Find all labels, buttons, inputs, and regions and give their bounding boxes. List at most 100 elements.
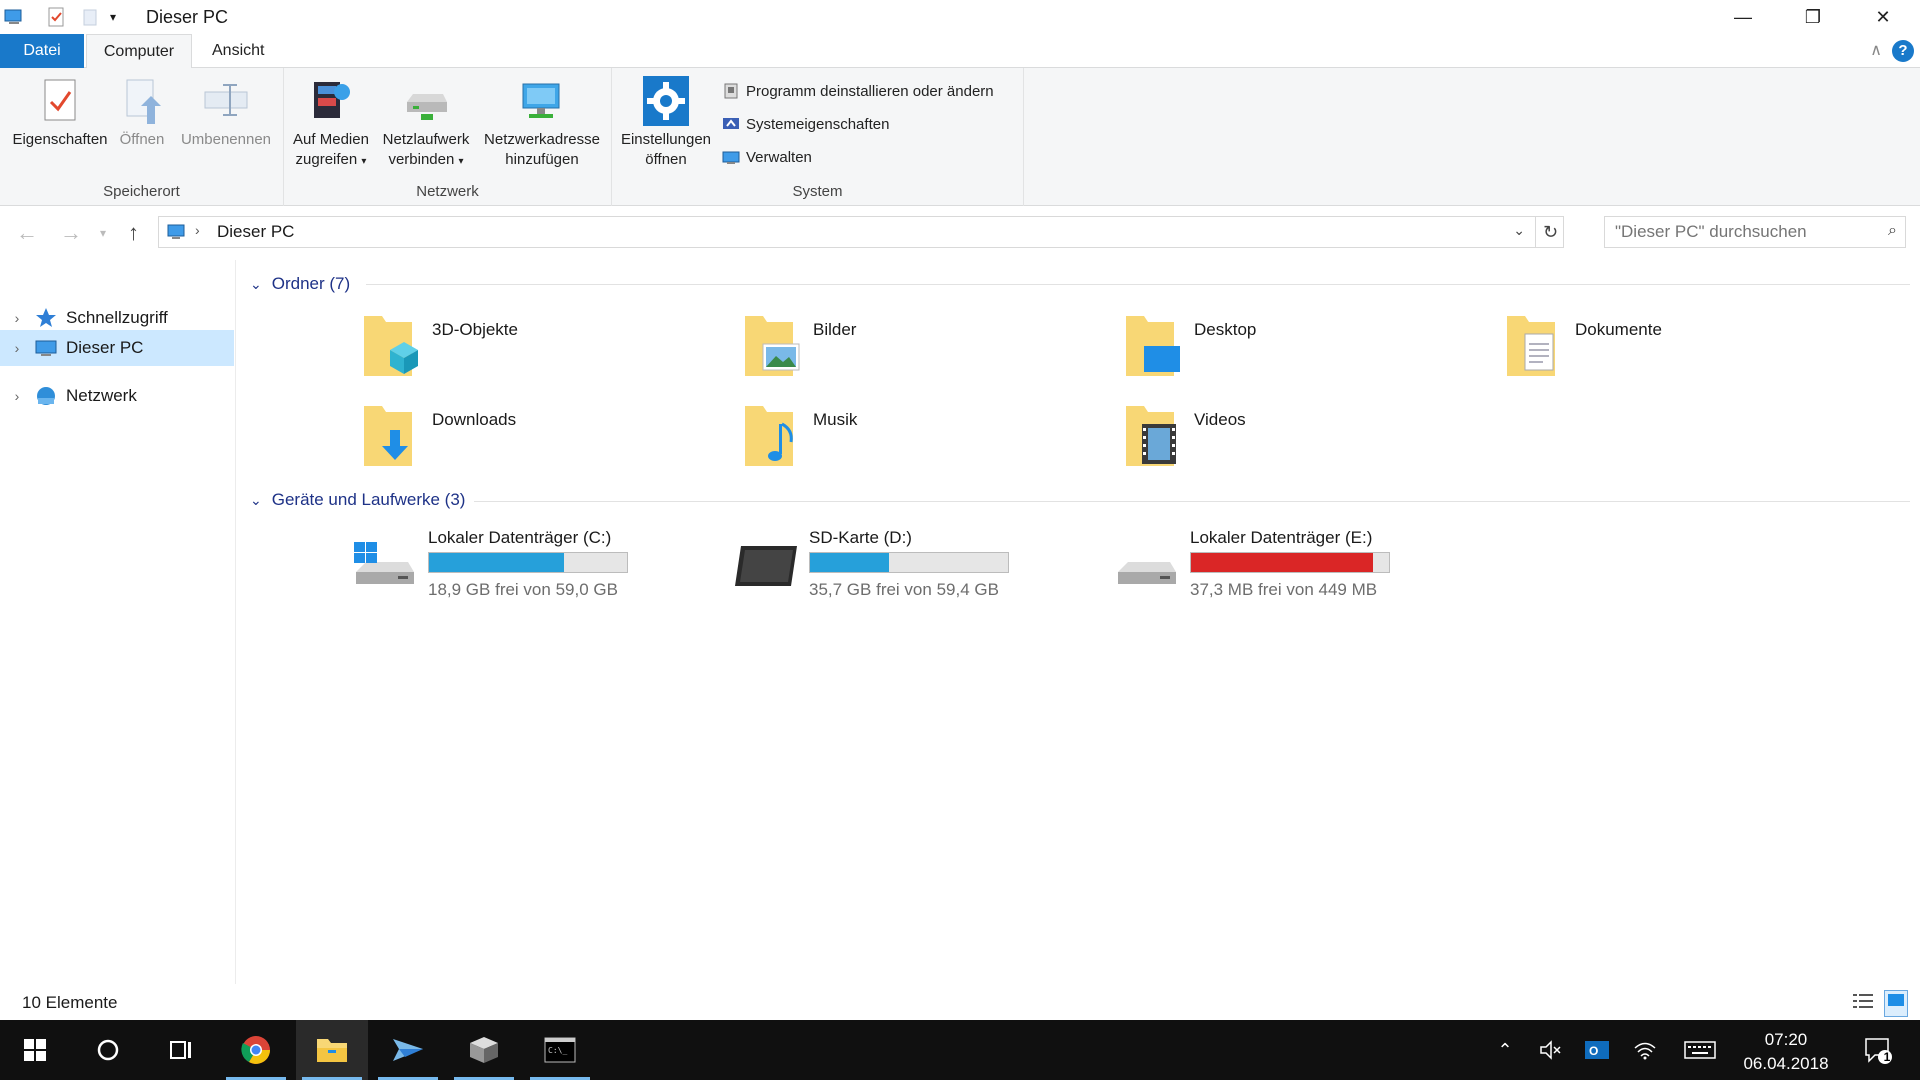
open-button[interactable]: Öffnen <box>114 76 170 150</box>
task-view-button[interactable] <box>144 1020 216 1080</box>
taskbar-clock[interactable]: 07:20 06.04.2018 <box>1730 1028 1842 1076</box>
folder-music[interactable]: Musik <box>743 400 1083 480</box>
help-button[interactable]: ? <box>1892 40 1914 62</box>
properties-button[interactable]: Eigenschaften <box>10 76 110 150</box>
clock-time: 07:20 <box>1764 1030 1808 1049</box>
access-media-button[interactable]: Auf Medien zugreifen ▾ <box>290 76 372 172</box>
this-pc-icon <box>167 223 187 246</box>
tab-file[interactable]: Datei <box>0 34 84 68</box>
title-bar: ▾ Dieser PC — ❐ ✕ <box>0 0 1920 34</box>
large-icons-view-icon[interactable] <box>1884 990 1908 1017</box>
address-bar[interactable]: › Dieser PC ⌄ ↻ <box>158 216 1564 248</box>
wifi-icon[interactable] <box>1630 1020 1660 1080</box>
taskbar-box-app[interactable] <box>448 1020 520 1080</box>
access-media-label-2: zugreifen <box>295 151 358 168</box>
taskbar-terminal[interactable]: C:\_ <box>524 1020 596 1080</box>
taskbar-plane-app[interactable] <box>372 1020 444 1080</box>
drive-free-space: 37,3 MB frei von 449 MB <box>1190 580 1378 599</box>
search-input[interactable] <box>1615 222 1865 242</box>
sidebar-item-this-pc[interactable]: › Dieser PC <box>0 330 234 366</box>
breadcrumb-dieser-pc[interactable]: Dieser PC <box>217 222 294 242</box>
star-icon <box>34 306 58 330</box>
rename-button[interactable]: Umbenennen <box>174 76 278 150</box>
taskbar: C:\_ ⌃ O 07:20 06.04.2018 1 <box>0 1020 1920 1080</box>
folder-videos[interactable]: Videos <box>1124 400 1464 480</box>
expand-chevron-icon[interactable]: › <box>0 310 34 326</box>
action-center-button[interactable]: 1 <box>1856 1020 1900 1080</box>
task-view-icon <box>170 1041 191 1059</box>
minimize-button[interactable]: — <box>1708 0 1778 34</box>
sidebar-item-network[interactable]: › Netzwerk <box>0 378 234 414</box>
collapse-ribbon-icon[interactable]: ∧ <box>1870 40 1882 60</box>
address-dropdown-icon[interactable]: ⌄ <box>1513 222 1525 239</box>
cortana-button[interactable] <box>72 1020 144 1080</box>
item-count: 10 Elemente <box>22 993 118 1012</box>
up-arrow-icon[interactable]: ↑ <box>128 220 139 246</box>
search-icon[interactable]: ⌕ <box>1888 222 1897 240</box>
volume-muted-icon[interactable] <box>1536 1020 1566 1080</box>
documents-folder-icon <box>1505 310 1565 380</box>
system-properties-button[interactable]: Systemeigenschaften <box>722 115 889 133</box>
show-hidden-icons-icon[interactable]: ⌃ <box>1490 1020 1520 1080</box>
folder-desktop[interactable]: Desktop <box>1124 310 1464 390</box>
maximize-button[interactable]: ❐ <box>1778 0 1848 34</box>
ribbon-tabs: Datei Computer Ansicht ∧ ? <box>0 34 1920 69</box>
tab-computer[interactable]: Computer <box>86 34 192 69</box>
collapse-chevron-icon[interactable]: ⌄ <box>250 276 262 293</box>
file-explorer-icon <box>317 1039 347 1062</box>
expand-chevron-icon[interactable]: › <box>0 388 34 404</box>
3d-objects-folder-icon <box>362 310 422 380</box>
drive-d[interactable]: SD-Karte (D:) 35,7 GB frei von 59,4 GB <box>733 528 1073 608</box>
customize-qat-icon[interactable]: ▾ <box>110 7 130 27</box>
back-arrow-icon[interactable]: ← <box>16 220 38 246</box>
media-icon <box>308 76 354 126</box>
drive-usage-fill <box>1191 553 1374 572</box>
cortana-circle-icon <box>97 1039 119 1061</box>
drive-usage-fill <box>429 553 564 572</box>
package-box-icon <box>470 1037 498 1063</box>
collapse-chevron-icon[interactable]: ⌄ <box>250 492 262 509</box>
start-button[interactable] <box>0 1020 70 1080</box>
refresh-icon[interactable]: ↻ <box>1535 217 1565 247</box>
folder-name: Bilder <box>813 320 857 339</box>
expand-chevron-icon[interactable]: › <box>0 340 34 356</box>
windows-drive-icon <box>352 542 416 592</box>
rename-label: Umbenennen <box>180 131 272 148</box>
group-label-netzwerk: Netzwerk <box>416 183 479 200</box>
pictures-folder-icon <box>743 310 803 380</box>
properties-icon[interactable] <box>46 7 66 27</box>
drive-free-space: 35,7 GB frei von 59,4 GB <box>809 580 999 599</box>
sidebar-item-label: Dieser PC <box>66 338 144 357</box>
open-settings-button[interactable]: Einstellungen öffnen <box>618 76 714 170</box>
folder-downloads[interactable]: Downloads <box>362 400 702 480</box>
folder-name: 3D-Objekte <box>432 320 518 339</box>
close-button[interactable]: ✕ <box>1848 0 1918 34</box>
folder-3d-objects[interactable]: 3D-Objekte <box>362 310 702 390</box>
drive-c[interactable]: Lokaler Datenträger (C:) 18,9 GB frei vo… <box>352 528 692 608</box>
taskbar-file-explorer[interactable] <box>296 1020 368 1080</box>
rename-icon <box>203 76 249 126</box>
add-network-location-button[interactable]: Netzwerkadresse hinzufügen <box>478 76 606 170</box>
search-box[interactable]: ⌕ <box>1604 216 1906 248</box>
folder-pictures[interactable]: Bilder <box>743 310 1083 390</box>
outlook-icon[interactable]: O <box>1582 1020 1612 1080</box>
tab-view[interactable]: Ansicht <box>198 34 278 68</box>
this-pc-icon[interactable] <box>4 7 24 27</box>
taskbar-chrome[interactable] <box>220 1020 292 1080</box>
forward-arrow-icon[interactable]: → <box>60 220 82 246</box>
touch-keyboard-icon[interactable] <box>1682 1020 1718 1080</box>
recent-locations-icon[interactable]: ▾ <box>100 226 106 240</box>
system-properties-icon <box>722 115 740 133</box>
manage-button[interactable]: Verwalten <box>722 148 812 166</box>
breadcrumb-chevron-icon[interactable]: › <box>195 222 200 238</box>
network-icon <box>34 384 58 408</box>
group-header-folders[interactable]: ⌄ Ordner (7) <box>250 274 350 294</box>
group-header-drives[interactable]: ⌄ Geräte und Laufwerke (3) <box>250 490 465 510</box>
drive-e[interactable]: Lokaler Datenträger (E:) 37,3 MB frei vo… <box>1114 528 1454 608</box>
uninstall-program-button[interactable]: Programm deinstallieren oder ändern <box>722 82 994 100</box>
this-pc-icon <box>34 336 58 360</box>
folder-documents[interactable]: Dokumente <box>1505 310 1845 390</box>
new-folder-icon[interactable] <box>82 7 102 27</box>
map-network-drive-button[interactable]: Netzlaufwerk verbinden ▾ <box>378 76 474 172</box>
details-view-icon[interactable] <box>1852 992 1874 1015</box>
